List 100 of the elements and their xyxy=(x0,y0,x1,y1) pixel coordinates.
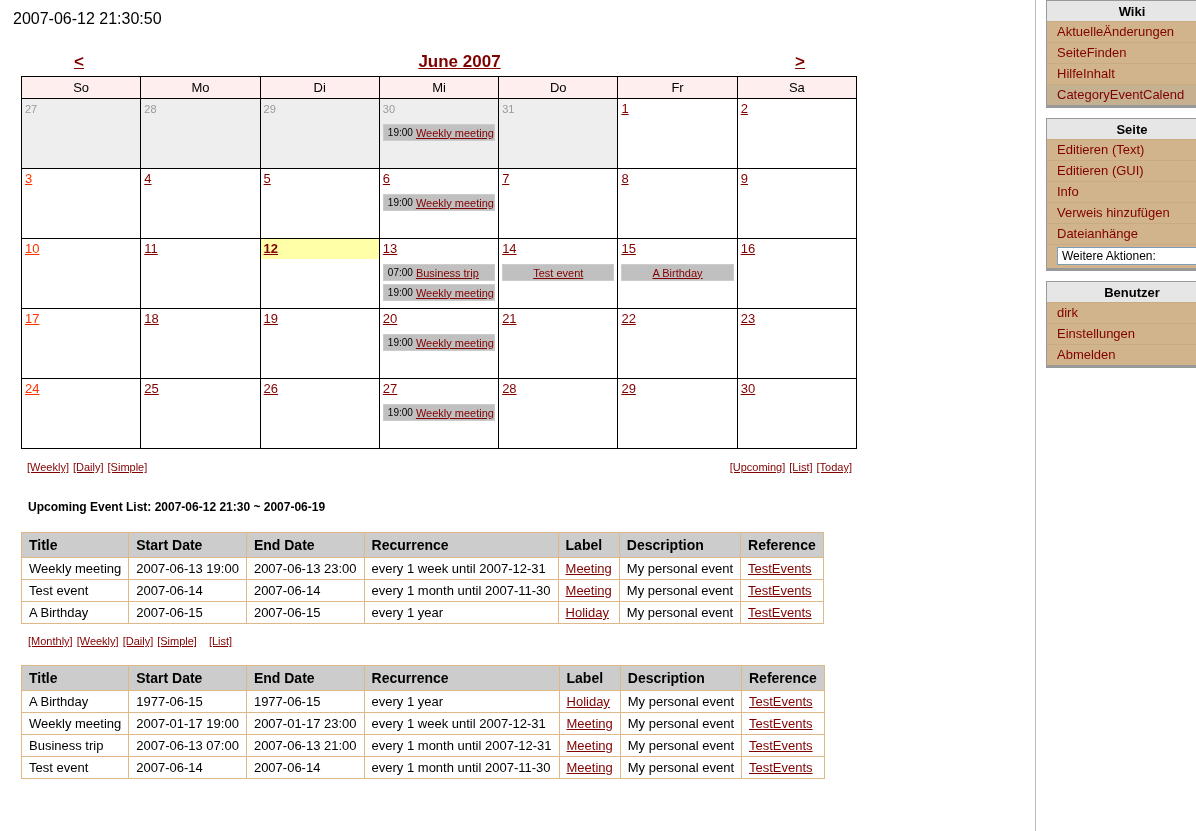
table-cell: 2007-06-13 21:00 xyxy=(246,734,365,757)
column-header: Title xyxy=(21,532,129,558)
view-link[interactable]: [Weekly] xyxy=(76,635,119,647)
table-cell: My personal event xyxy=(619,557,741,580)
day-number-link[interactable]: 26 xyxy=(263,381,279,396)
day-number-link[interactable]: 13 xyxy=(382,241,398,256)
table-cell: My personal event xyxy=(620,756,742,779)
table-cell: every 1 week until 2007-12-31 xyxy=(364,712,559,735)
column-header: Reference xyxy=(741,665,825,691)
day-number: 27 xyxy=(25,103,38,115)
table-cell: every 1 month until 2007-11-30 xyxy=(364,756,559,779)
actions-dropdown[interactable]: Weitere Aktionen: xyxy=(1057,247,1196,265)
day-number-link[interactable]: 3 xyxy=(25,171,33,186)
table-cell: My personal event xyxy=(619,579,741,602)
previous-month-link[interactable]: < xyxy=(74,52,84,76)
table-cell: every 1 month until 2007-12-31 xyxy=(364,734,559,757)
day-number-link[interactable]: 27 xyxy=(382,381,398,396)
event-link[interactable]: Weekly meeting xyxy=(415,336,494,349)
timestamp-text: 2007-06-12 21:30:50 xyxy=(13,10,163,29)
day-number-link[interactable]: 7 xyxy=(502,171,510,186)
view-link[interactable]: [Weekly] xyxy=(27,461,69,473)
table-cell: 2007-06-15 xyxy=(246,601,365,624)
weekday-header: Sa xyxy=(737,76,857,99)
upcoming-heading: Upcoming Event List: 2007-06-12 21:30 ~ 2007-06-19 xyxy=(28,500,327,514)
sidebar-link[interactable]: Editieren (GUI) xyxy=(1047,160,1196,181)
column-header: Description xyxy=(619,532,741,558)
panel-title: Wiki xyxy=(1047,1,1196,21)
table-cell: Test event xyxy=(21,579,129,602)
weekday-header: Do xyxy=(498,76,618,99)
day-number-link[interactable]: 19 xyxy=(263,311,279,326)
panel-title: Seite xyxy=(1047,119,1196,139)
view-link[interactable]: [Simple] xyxy=(107,461,148,473)
event-time: 07:00 xyxy=(387,267,413,278)
day-number-link[interactable]: 11 xyxy=(144,241,158,256)
day-number-link[interactable]: 8 xyxy=(621,171,629,186)
column-header: Start Date xyxy=(128,665,247,691)
view-link[interactable]: [Simple] xyxy=(157,635,197,647)
table-cell: Weekly meeting xyxy=(21,557,129,580)
event-link[interactable]: Weekly meeting xyxy=(415,286,494,299)
event-link[interactable]: Weekly meeting xyxy=(415,126,494,139)
day-number-link[interactable]: 21 xyxy=(502,311,517,326)
table-cell: 2007-01-17 23:00 xyxy=(246,712,365,735)
column-header: Label xyxy=(559,665,621,691)
day-number-link[interactable]: 15 xyxy=(621,241,636,256)
view-link[interactable]: [Upcoming] xyxy=(729,461,786,473)
column-header: Title xyxy=(21,665,129,691)
day-number-link[interactable]: 22 xyxy=(621,311,636,326)
sidebar-link[interactable]: Einstellungen xyxy=(1047,323,1196,344)
table-cell: every 1 month until 2007-11-30 xyxy=(364,579,559,602)
event-link[interactable]: Weekly meeting xyxy=(415,406,494,419)
event-link[interactable]: Test event xyxy=(533,266,584,279)
view-link[interactable]: [Daily] xyxy=(122,635,154,647)
sidebar-link[interactable]: dirk xyxy=(1047,302,1196,323)
day-number-link[interactable]: 24 xyxy=(25,381,40,396)
table-cell: every 1 year xyxy=(364,601,559,624)
view-link[interactable]: [List] xyxy=(208,635,233,647)
event-time: 19:00 xyxy=(387,407,413,418)
view-link[interactable]: [Daily] xyxy=(73,461,104,473)
event-time: 19:00 xyxy=(387,127,413,138)
sidebar-link[interactable]: AktuelleÄnderungen xyxy=(1047,21,1196,42)
sidebar-link[interactable]: Dateianhänge xyxy=(1047,223,1196,244)
table-cell: every 1 year xyxy=(364,690,559,713)
sidebar-link[interactable]: SeiteFinden xyxy=(1047,42,1196,63)
event-link[interactable]: Weekly meeting xyxy=(415,196,494,209)
day-number-link[interactable]: 2 xyxy=(740,101,748,116)
day-number-link[interactable]: 18 xyxy=(144,311,159,326)
day-number-link[interactable]: 29 xyxy=(621,381,636,396)
day-number-link[interactable]: 28 xyxy=(502,381,517,396)
day-number-link[interactable]: 25 xyxy=(144,381,159,396)
day-number-link[interactable]: 1 xyxy=(621,101,629,116)
day-number-link[interactable]: 20 xyxy=(382,311,398,326)
day-number: 30 xyxy=(382,103,396,115)
event-link[interactable]: A Birthday xyxy=(652,266,703,279)
day-number-link[interactable]: 17 xyxy=(25,311,40,326)
sidebar-link[interactable]: Verweis hinzufügen xyxy=(1047,202,1196,223)
view-link[interactable]: [Monthly] xyxy=(28,635,73,647)
day-number-link[interactable]: 30 xyxy=(740,381,756,396)
day-number-link[interactable]: 14 xyxy=(502,241,517,256)
month-title-link[interactable]: June 2007 xyxy=(418,52,501,76)
day-number-link[interactable]: 23 xyxy=(740,311,756,326)
view-link[interactable]: [Today] xyxy=(816,461,852,473)
table-cell: Weekly meeting xyxy=(21,712,129,735)
event-link[interactable]: Business trip xyxy=(415,266,479,279)
day-number-link[interactable]: 4 xyxy=(144,171,152,186)
day-number-link[interactable]: 9 xyxy=(740,171,748,186)
sidebar-link[interactable]: CategoryEventCalend xyxy=(1047,84,1196,105)
day-number-link[interactable]: 12 xyxy=(263,241,279,256)
sidebar-link[interactable]: Abmelden xyxy=(1047,344,1196,365)
table-cell: 2007-01-17 19:00 xyxy=(128,712,247,735)
day-number: 29 xyxy=(263,103,276,115)
day-number-link[interactable]: 5 xyxy=(263,171,271,186)
day-number-link[interactable]: 6 xyxy=(382,171,391,186)
weekday-header: Mo xyxy=(140,76,261,99)
day-number-link[interactable]: 10 xyxy=(25,241,40,256)
table-cell: My personal event xyxy=(620,690,742,713)
sidebar-link[interactable]: Info xyxy=(1047,181,1196,202)
next-month-link[interactable]: > xyxy=(795,52,805,76)
view-link[interactable]: [List] xyxy=(789,461,813,473)
sidebar-link[interactable]: Editieren (Text) xyxy=(1047,139,1196,160)
day-number-link[interactable]: 16 xyxy=(740,241,756,256)
